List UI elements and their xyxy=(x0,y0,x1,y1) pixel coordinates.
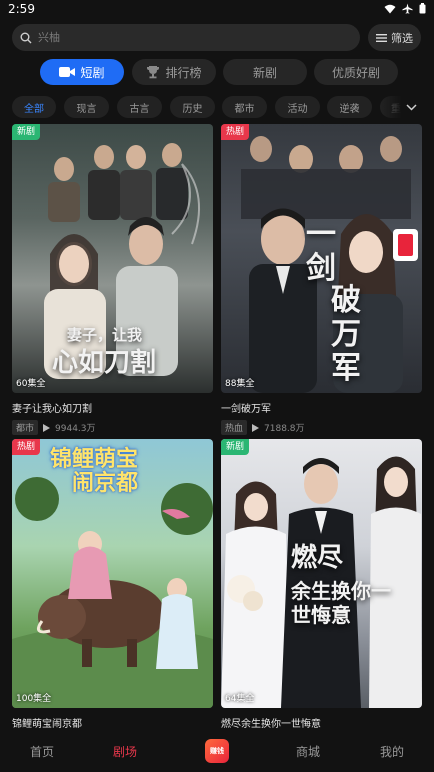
poster-title-line1: 一剑 xyxy=(306,217,336,286)
nav-theater[interactable]: 剧场 xyxy=(113,743,137,760)
hot-drama-badge: 热剧 xyxy=(12,439,41,455)
filter-label: 筛选 xyxy=(391,31,413,45)
tab-label: 新剧 xyxy=(252,65,277,80)
tab-label: 优质好剧 xyxy=(331,65,380,80)
tab-short-drama[interactable]: 短剧 xyxy=(40,59,124,85)
episode-count: 88集全 xyxy=(225,379,255,389)
tab-quality-drama[interactable]: 优质好剧 xyxy=(314,59,398,85)
genre-chip[interactable]: 历史 xyxy=(170,96,215,118)
episode-count: 60集全 xyxy=(16,379,46,389)
search-icon xyxy=(20,32,32,43)
chevron-down-icon xyxy=(405,103,417,111)
drama-title[interactable]: 妻子让我心如刀割 xyxy=(12,400,213,415)
poster-title-line2: 余生换你一世悔意 xyxy=(291,579,391,627)
airplane-icon xyxy=(402,3,413,14)
poster-image[interactable]: 一剑 破万军 热剧 88集全 xyxy=(221,124,422,393)
chip-label: 都市 xyxy=(234,103,255,115)
chip-label: 历史 xyxy=(182,103,203,115)
hot-drama-badge: 热剧 xyxy=(221,124,250,140)
genre-chip[interactable]: 逆袭 xyxy=(327,96,372,118)
genre-tag: 热血 xyxy=(221,420,248,435)
play-icon xyxy=(43,423,51,432)
chip-label: 逆袭 xyxy=(339,103,360,115)
status-icons xyxy=(384,3,426,14)
tab-label: 短剧 xyxy=(80,65,105,80)
poster-image[interactable]: 燃尽 余生换你一世悔意 新剧 64集全 xyxy=(221,439,422,708)
play-icon xyxy=(252,423,260,432)
status-time: 2:59 xyxy=(8,2,35,16)
drama-title[interactable]: 一剑破万军 xyxy=(221,400,422,415)
poster-image[interactable]: 锦鲤萌宝 闹京都 热剧 100集全 xyxy=(12,439,213,708)
episode-count: 64集全 xyxy=(225,694,255,704)
genre-chip[interactable]: 活动 xyxy=(275,96,320,118)
drama-card[interactable]: 锦鲤萌宝 闹京都 热剧 100集全 锦鲤萌宝闹京都 xyxy=(12,439,213,730)
nav-me[interactable]: 我的 xyxy=(380,743,404,760)
bottom-nav: 首页 剧场 赚钱 商城 我的 xyxy=(0,732,434,772)
genre-chip-all[interactable]: 全部 xyxy=(12,96,56,118)
poster-image[interactable]: 妻子，让我 心如刀割 新剧 60集全 xyxy=(12,124,213,393)
search-input[interactable] xyxy=(38,31,338,44)
chip-label: 活动 xyxy=(287,103,308,115)
poster-title-line2: 破万军 xyxy=(331,283,361,386)
drama-card[interactable]: 燃尽 余生换你一世悔意 新剧 64集全 燃尽余生换你一世悔意 xyxy=(221,439,422,730)
new-drama-badge: 新剧 xyxy=(221,439,250,455)
search-bar[interactable] xyxy=(12,24,360,51)
tab-new-drama[interactable]: 新剧 xyxy=(223,59,307,85)
chip-label: 古言 xyxy=(129,103,150,115)
view-count: 7188.8万 xyxy=(264,424,305,434)
wifi-icon xyxy=(384,4,396,13)
tab-label: 排行榜 xyxy=(165,65,202,80)
filter-icon xyxy=(376,33,387,42)
nav-earn-button[interactable]: 赚钱 xyxy=(205,739,229,763)
filter-button[interactable]: 筛选 xyxy=(368,24,421,51)
earn-label: 赚钱 xyxy=(210,747,224,755)
genre-chip[interactable]: 都市 xyxy=(222,96,267,118)
tab-ranking[interactable]: 排行榜 xyxy=(132,59,216,85)
chip-label: 现言 xyxy=(76,103,97,115)
genre-chip[interactable]: 古言 xyxy=(117,96,162,118)
expand-genres-button[interactable] xyxy=(400,96,422,118)
drama-title[interactable]: 燃尽余生换你一世悔意 xyxy=(221,715,422,730)
drama-card[interactable]: 一剑 破万军 热剧 88集全 一剑破万军 热血 7188.8万 xyxy=(221,124,422,435)
poster-title-line2: 心如刀割 xyxy=(52,348,157,378)
drama-meta: 都市 9944.3万 xyxy=(12,420,213,435)
new-drama-badge: 新剧 xyxy=(12,124,41,140)
drama-title[interactable]: 锦鲤萌宝闹京都 xyxy=(12,715,213,730)
status-bar: 2:59 xyxy=(0,0,434,20)
nav-mall[interactable]: 商城 xyxy=(296,743,320,760)
episode-count: 100集全 xyxy=(16,694,52,704)
trophy-icon xyxy=(147,66,160,79)
nav-home[interactable]: 首页 xyxy=(30,743,54,760)
poster-title-line2: 闹京都 xyxy=(72,470,139,496)
chip-label: 全部 xyxy=(24,103,44,115)
view-count: 9944.3万 xyxy=(55,424,96,434)
drama-meta: 热血 7188.8万 xyxy=(221,420,422,435)
genre-chip[interactable]: 现言 xyxy=(64,96,109,118)
battery-icon xyxy=(419,3,426,14)
drama-card[interactable]: 妻子，让我 心如刀割 新剧 60集全 妻子让我心如刀割 都市 9944.3万 xyxy=(12,124,213,435)
genre-tag: 都市 xyxy=(12,420,39,435)
video-camera-icon xyxy=(59,67,76,77)
poster-title-line1: 燃尽 xyxy=(291,543,344,573)
